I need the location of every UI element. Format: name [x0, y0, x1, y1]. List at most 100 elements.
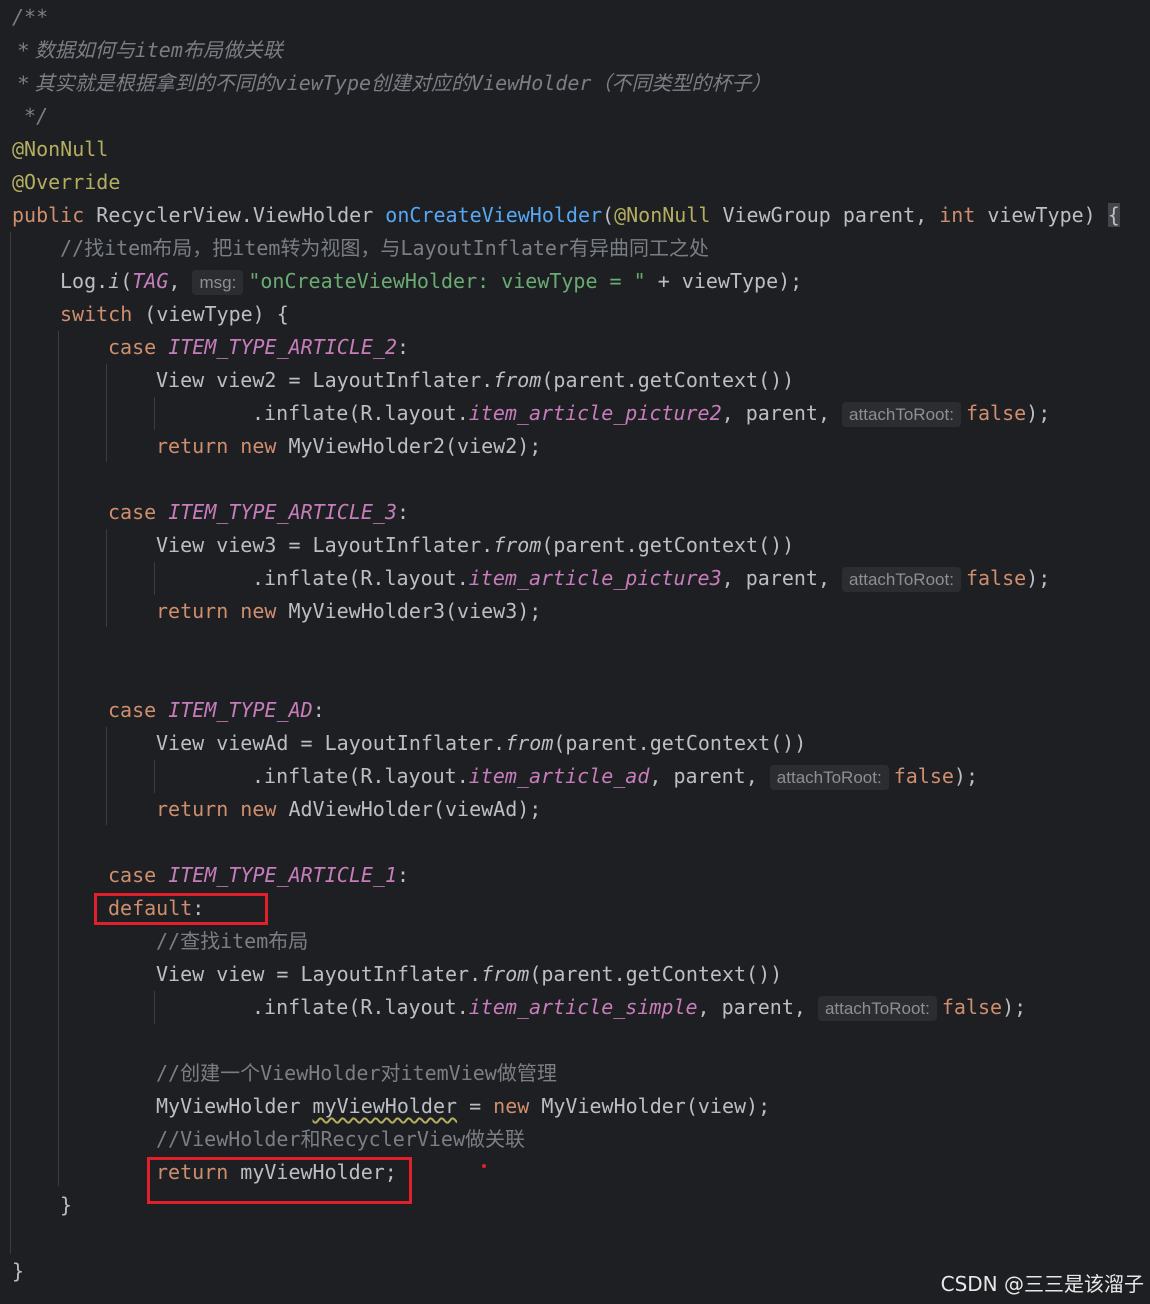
highlight-box-return	[147, 1157, 412, 1204]
case-label: case ITEM_TYPE_ARTICLE_3:	[108, 496, 409, 529]
inflate-method: .inflate(R.layout.	[252, 764, 469, 788]
keyword-case: case	[108, 863, 157, 887]
keyword-false: false	[893, 764, 954, 788]
doc-comment: item	[134, 38, 183, 62]
case-label: case ITEM_TYPE_ARTICLE_1:	[108, 859, 409, 892]
keyword-return: return	[156, 599, 229, 623]
param-parent: ViewGroup parent,	[710, 203, 940, 227]
holder-type: MyViewHolder	[156, 1094, 313, 1118]
indent-guide	[10, 232, 11, 1254]
inflater-call: = LayoutInflater.	[288, 731, 506, 755]
line-comment: 对	[380, 1061, 401, 1085]
view-var: view	[216, 962, 265, 986]
doc-comment: （不同类型的杯子）	[591, 71, 772, 95]
return-statement: return new MyViewHolder2(view2);	[156, 430, 541, 463]
holder-constructor: MyViewHolder2(view2);	[276, 434, 542, 458]
line-comment: //查找	[156, 929, 221, 953]
param-hint-attach: attachToRoot:	[842, 402, 961, 427]
keyword-case: case	[108, 335, 157, 359]
code-line-1: /**	[12, 1, 48, 34]
inflate-call: .inflate(R.layout.item_article_simple, p…	[252, 991, 1026, 1024]
inflate-method: .inflate(R.layout.	[252, 401, 469, 425]
indent-guide	[154, 562, 155, 595]
colon: :	[397, 335, 410, 359]
view-declaration: View viewAd = LayoutInflater.from(parent…	[156, 727, 806, 760]
line-comment: 做关联	[465, 1127, 525, 1151]
colon: :	[312, 698, 325, 722]
inflate-method: .inflate(R.layout.	[252, 995, 469, 1019]
holder-constructor: MyViewHolder3(view3);	[276, 599, 542, 623]
tag-constant: TAG	[132, 269, 169, 293]
highlight-box-default	[94, 893, 268, 925]
layout-id: item_article_picture3	[468, 566, 722, 590]
inflate-call: .inflate(R.layout.item_article_picture2,…	[252, 397, 1050, 430]
context-call: (parent.getContext())	[529, 962, 783, 986]
keyword-int: int	[939, 203, 976, 227]
holder-comment: //创建一个ViewHolder对itemView做管理	[156, 1057, 557, 1090]
keyword-new: new	[240, 599, 277, 623]
doc-comment: * 数据如何与	[12, 38, 135, 62]
line-comment: //创建一个	[156, 1061, 261, 1085]
layout-id: item_article_simple	[468, 995, 698, 1019]
return-type: RecyclerView.ViewHolder	[84, 203, 386, 227]
layout-id: item_article_picture2	[468, 401, 722, 425]
line-comment: //找	[60, 236, 105, 260]
keyword-case: case	[108, 698, 157, 722]
indent-guide	[154, 991, 155, 1024]
code-line-6: @Override	[12, 166, 120, 199]
from-method: from	[493, 368, 542, 392]
doc-comment: ViewHolder	[471, 71, 592, 95]
param-viewtype: viewType)	[975, 203, 1108, 227]
colon: :	[397, 863, 410, 887]
holder-declaration: MyViewHolder myViewHolder = new MyViewHo…	[156, 1090, 770, 1123]
view-declaration: View view3 = LayoutInflater.from(parent.…	[156, 529, 794, 562]
from-method: from	[493, 533, 542, 557]
close-brace: }	[60, 1193, 73, 1217]
doc-comment: */	[12, 104, 49, 128]
view-type: View	[156, 368, 217, 392]
indent-guide	[106, 529, 107, 627]
switch-close-brace: }	[60, 1189, 72, 1222]
context-call: (parent.getContext())	[553, 731, 807, 755]
log-method: i	[108, 269, 121, 293]
inflater-call: = LayoutInflater.	[276, 368, 494, 392]
doc-comment: /**	[12, 5, 49, 29]
line-comment: itemView	[400, 1061, 497, 1085]
red-dot-mark	[482, 1164, 486, 1168]
keyword-new: new	[493, 1094, 530, 1118]
switch-statement: switch (viewType) {	[60, 298, 289, 331]
view-type: View	[156, 533, 217, 557]
return-statement: return new MyViewHolder3(view3);	[156, 595, 541, 628]
case-constant: ITEM_TYPE_ARTICLE_3	[168, 500, 397, 524]
keyword-new: new	[240, 434, 277, 458]
close-brace: }	[12, 1259, 25, 1283]
view-declaration: View view = LayoutInflater.from(parent.g…	[156, 958, 782, 991]
doc-comment: * 其实就是根据拿到的不同的	[12, 71, 275, 95]
line-comment: //ViewHolder	[156, 1127, 301, 1151]
line-comment: 布局，把	[152, 236, 233, 260]
parent-arg: , parent,	[649, 764, 770, 788]
keyword-false: false	[965, 401, 1027, 425]
method-close-brace: }	[12, 1255, 24, 1288]
line-comment: 布局	[268, 929, 309, 953]
line-comment: 和	[300, 1127, 321, 1151]
code-editor[interactable]: /** * 数据如何与item布局做关联 * 其实就是根据拿到的不同的viewT…	[0, 0, 1150, 1304]
view-declaration: View view2 = LayoutInflater.from(parent.…	[156, 364, 794, 397]
code-line-5: @NonNull	[12, 133, 108, 166]
inflater-call: = LayoutInflater.	[276, 533, 494, 557]
line-comment: 做管理	[496, 1061, 557, 1085]
return-statement: return new AdViewHolder(viewAd);	[156, 793, 541, 826]
indent-guide	[154, 397, 155, 430]
inflate-call: .inflate(R.layout.item_article_picture3,…	[252, 562, 1050, 595]
equals: =	[457, 1094, 494, 1118]
indent-guide	[106, 727, 107, 825]
keyword-public: public	[12, 203, 85, 227]
from-method: from	[481, 962, 530, 986]
open-brace: {	[1107, 203, 1120, 227]
method-signature: public RecyclerView.ViewHolder onCreateV…	[12, 199, 1120, 232]
param-hint-attach: attachToRoot:	[817, 996, 937, 1021]
view-var: viewAd	[216, 731, 289, 755]
view-type: View	[156, 731, 217, 755]
parent-arg: , parent,	[697, 995, 818, 1019]
line-comment: 转为视图，与	[280, 236, 401, 260]
